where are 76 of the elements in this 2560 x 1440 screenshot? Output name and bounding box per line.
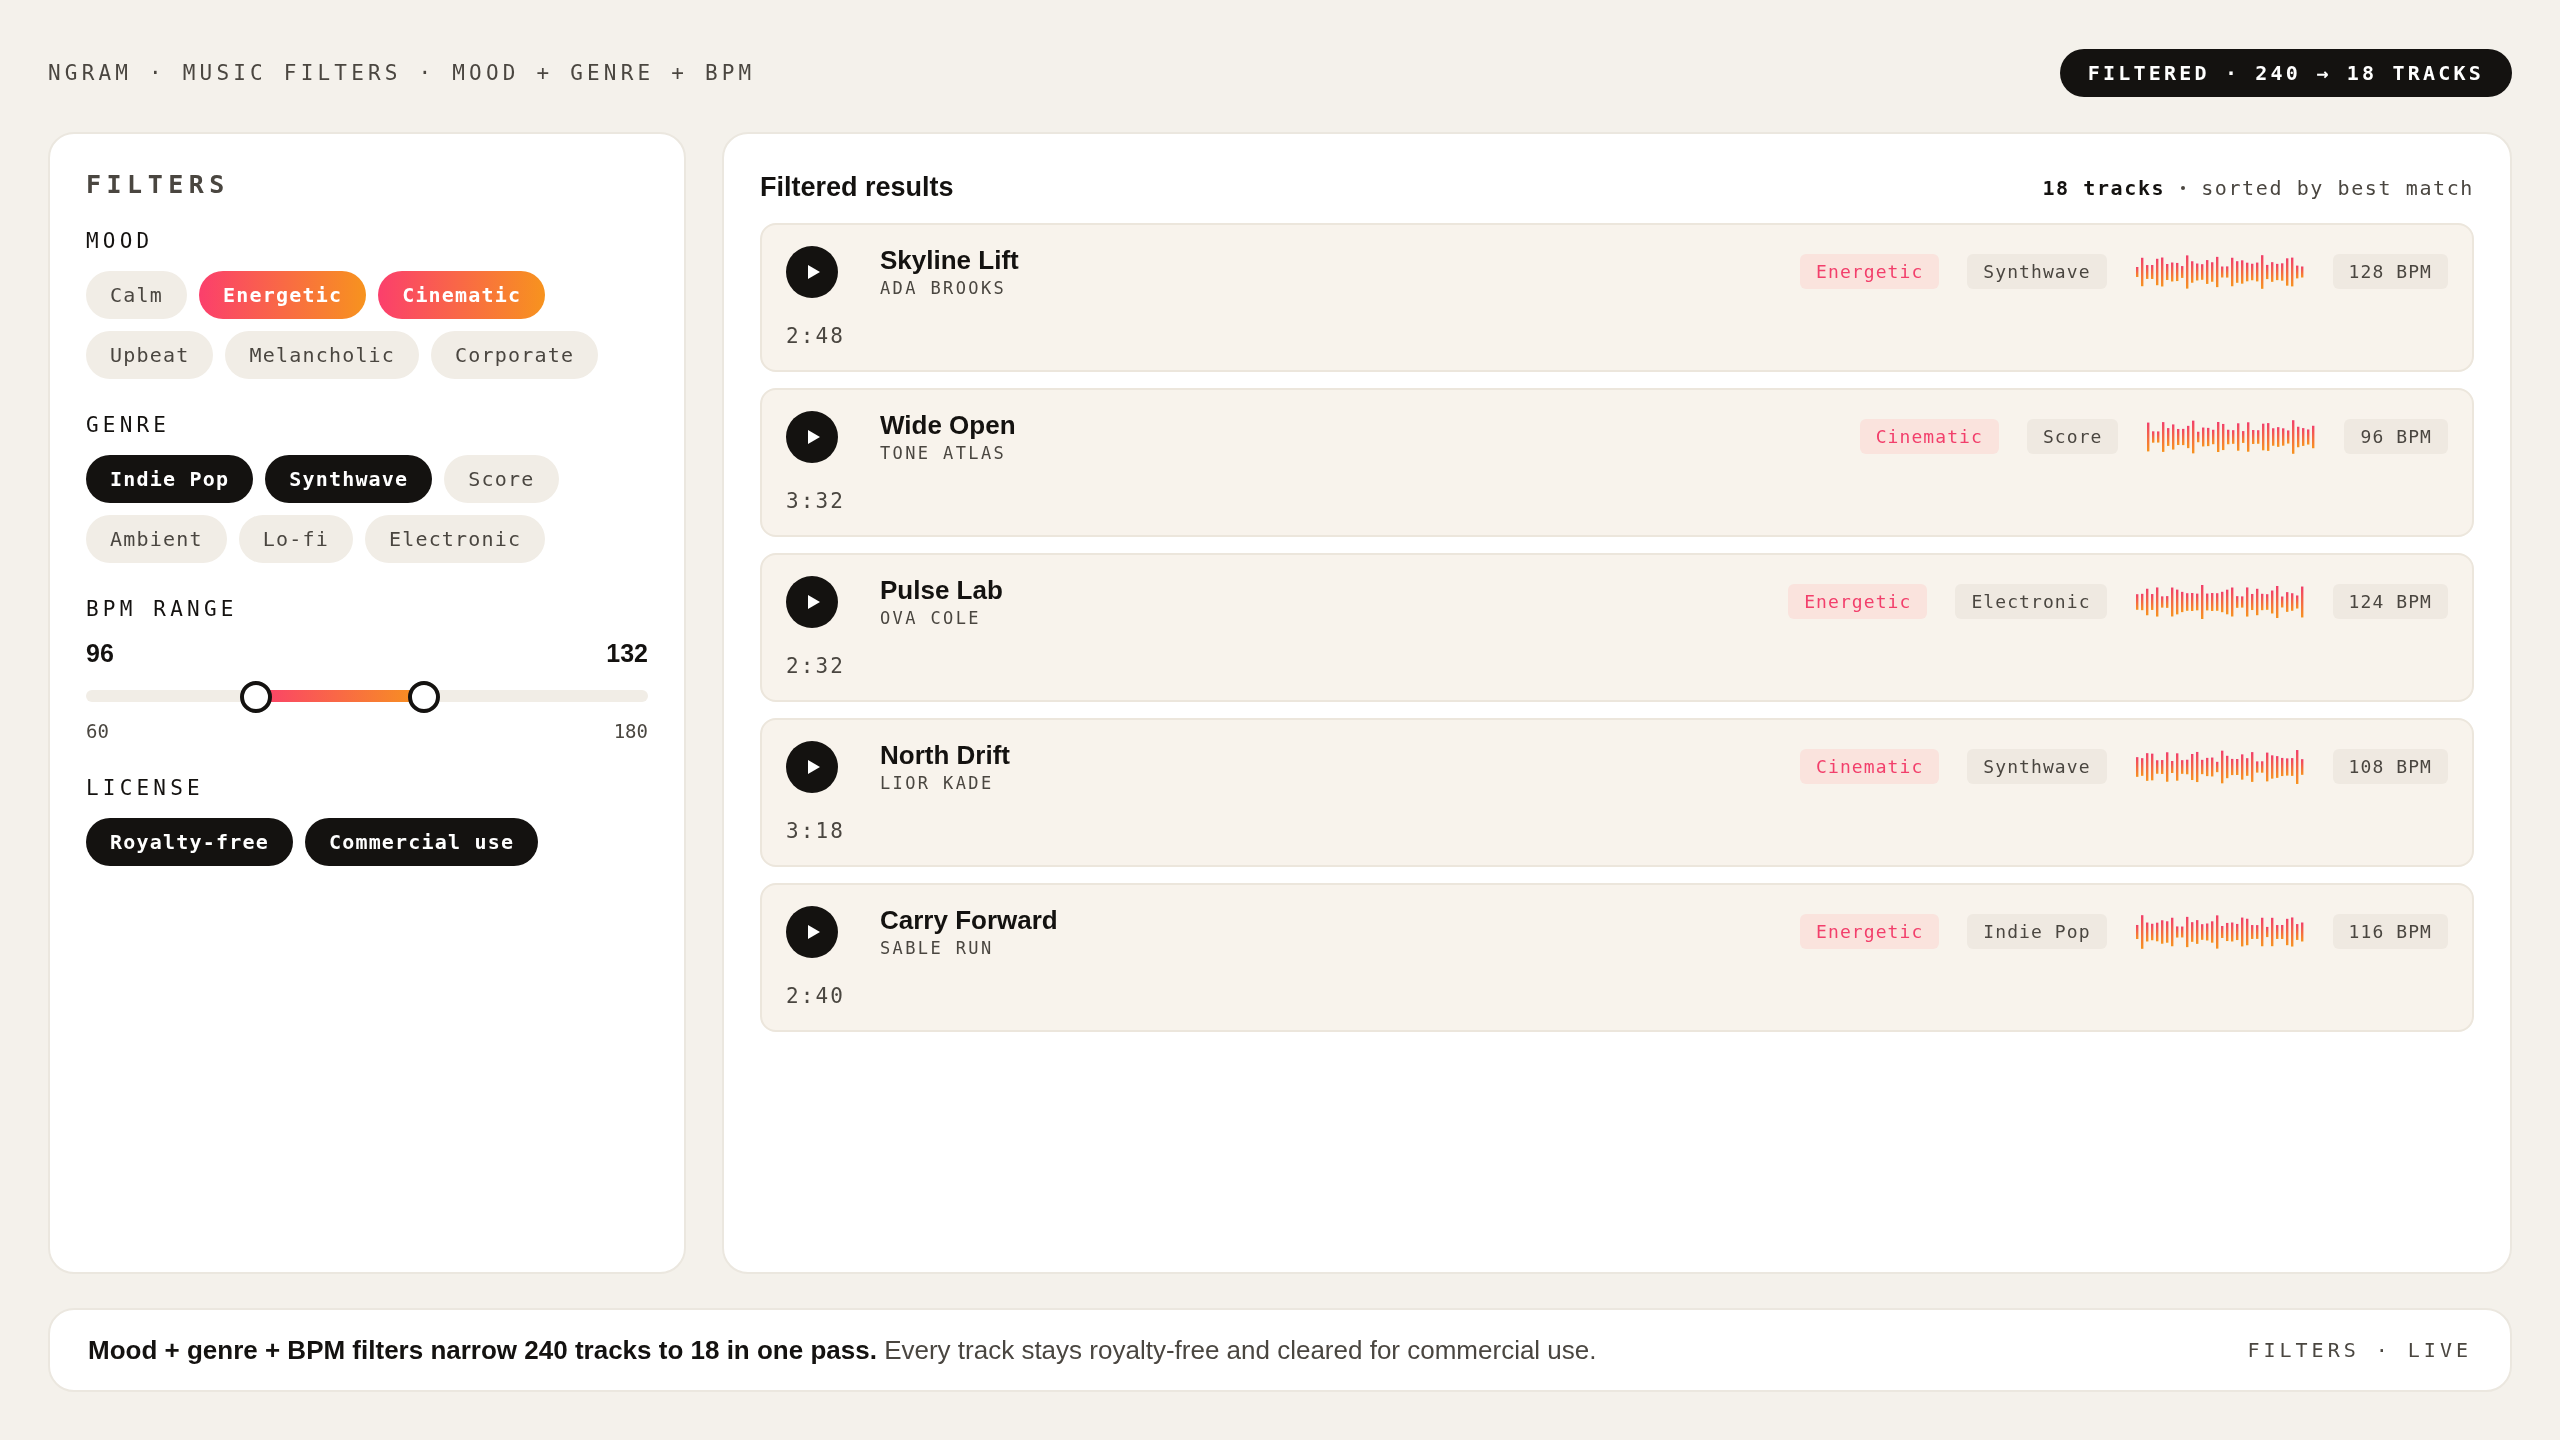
group-label: GENRE xyxy=(86,413,172,437)
track-row[interactable]: Wide Open TONE ATLAS Cinematic Score 96 BPM 3:32 xyxy=(760,388,2474,537)
filter-chip[interactable]: Electronic xyxy=(364,515,546,563)
separator-dot-icon xyxy=(2181,185,2186,190)
summary-text: Mood + genre + BPM filters narrow 240 tracks to 18 in one pass. Every track stays royalty-free and cleared for commercial use. xyxy=(88,1334,1597,1366)
mood-tag: Energetic xyxy=(1800,914,1940,949)
bpm-tag: 116 BPM xyxy=(2332,914,2448,949)
filter-chip[interactable]: Indie Pop xyxy=(86,455,254,503)
bpm-max-label: 180 xyxy=(613,720,648,742)
track-duration: 2:48 xyxy=(786,324,846,348)
genre-tag: Score xyxy=(2026,419,2119,454)
track-row[interactable]: Carry Forward SABLE RUN Energetic Indie Pop 116 BPM 2:40 xyxy=(760,883,2474,1032)
genre-tag: Synthwave xyxy=(1967,254,2107,289)
bpm-low-value: 96 xyxy=(86,639,114,668)
filter-chip[interactable]: Calm xyxy=(86,271,187,319)
bpm-tag: 124 BPM xyxy=(2332,584,2448,619)
bpm-tag: 96 BPM xyxy=(2344,419,2448,454)
artist-name: TONE ATLAS xyxy=(880,443,1008,463)
slider-thumb[interactable] xyxy=(239,681,272,713)
filter-chip[interactable]: Score xyxy=(444,455,559,503)
results-title: Filtered results xyxy=(760,172,954,203)
play-icon xyxy=(807,923,821,940)
play-button[interactable] xyxy=(786,245,838,298)
genre-tag: Synthwave xyxy=(1967,749,2107,784)
play-button[interactable] xyxy=(786,575,838,628)
group-label: MOOD xyxy=(86,229,155,253)
play-icon xyxy=(807,428,821,445)
slider-thumb[interactable] xyxy=(408,681,441,713)
status-label: FILTERS · LIVE xyxy=(2247,1338,2472,1362)
track-row[interactable]: Pulse Lab OVA COLE Energetic Electronic 124 BPM 2:32 xyxy=(760,553,2474,702)
track-title: Skyline Lift xyxy=(880,245,1020,276)
play-button[interactable] xyxy=(786,410,838,463)
group-label: LICENSE xyxy=(86,776,205,800)
track-duration: 3:32 xyxy=(786,489,846,513)
mood-tag: Energetic xyxy=(1788,584,1928,619)
bpm-tag: 128 BPM xyxy=(2332,254,2448,289)
genre-tag: Electronic xyxy=(1955,584,2107,619)
track-duration: 2:40 xyxy=(786,984,846,1008)
mood-tag: Cinematic xyxy=(1800,749,1940,784)
filter-chip[interactable]: Melancholic xyxy=(225,331,420,379)
track-title: Wide Open xyxy=(880,410,1017,441)
artist-name: ADA BROOKS xyxy=(880,278,1008,298)
bpm-high-value: 132 xyxy=(606,639,648,668)
breadcrumb: NGRAM · MUSIC FILTERS · MOOD + GENRE + BPM xyxy=(48,61,756,85)
filter-chip[interactable]: Corporate xyxy=(431,331,599,379)
artist-name: SABLE RUN xyxy=(880,938,995,958)
track-row[interactable]: Skyline Lift ADA BROOKS Energetic Synthwave 128 BPM 2:48 xyxy=(760,223,2474,372)
filter-chip[interactable]: Lo-fi xyxy=(238,515,353,563)
filter-chip[interactable]: Synthwave xyxy=(265,455,433,503)
filtered-count-badge: FILTERED · 240 → 18 TRACKS xyxy=(2059,49,2512,97)
filter-chip[interactable]: Commercial use xyxy=(304,818,539,866)
filters-title: FILTERS xyxy=(86,170,231,199)
filter-chip[interactable]: Upbeat xyxy=(86,331,214,379)
track-row[interactable]: North Drift LIOR KADE Cinematic Synthwave 108 BPM 3:18 xyxy=(760,718,2474,867)
track-title: Pulse Lab xyxy=(880,575,1004,606)
track-duration: 3:18 xyxy=(786,819,846,843)
mood-tag: Energetic xyxy=(1800,254,1940,289)
sort-label: sorted by best match xyxy=(2201,175,2474,200)
play-icon xyxy=(807,758,821,775)
bpm-min-label: 60 xyxy=(86,720,109,742)
track-title: North Drift xyxy=(880,740,1011,771)
artist-name: LIOR KADE xyxy=(880,773,995,793)
filter-chip[interactable]: Ambient xyxy=(86,515,227,563)
genre-tag: Indie Pop xyxy=(1967,914,2107,949)
track-duration: 2:32 xyxy=(786,654,846,678)
mood-tag: Cinematic xyxy=(1859,419,1999,454)
filter-chip[interactable]: Royalty-free xyxy=(86,818,293,866)
track-title: Carry Forward xyxy=(880,905,1059,936)
play-icon xyxy=(807,593,821,610)
play-button[interactable] xyxy=(786,905,838,958)
artist-name: OVA COLE xyxy=(880,608,982,628)
track-count: 18 tracks xyxy=(2042,175,2166,200)
play-button[interactable] xyxy=(786,740,838,793)
play-icon xyxy=(807,263,821,280)
group-label: BPM RANGE xyxy=(86,597,239,621)
bpm-tag: 108 BPM xyxy=(2332,749,2448,784)
